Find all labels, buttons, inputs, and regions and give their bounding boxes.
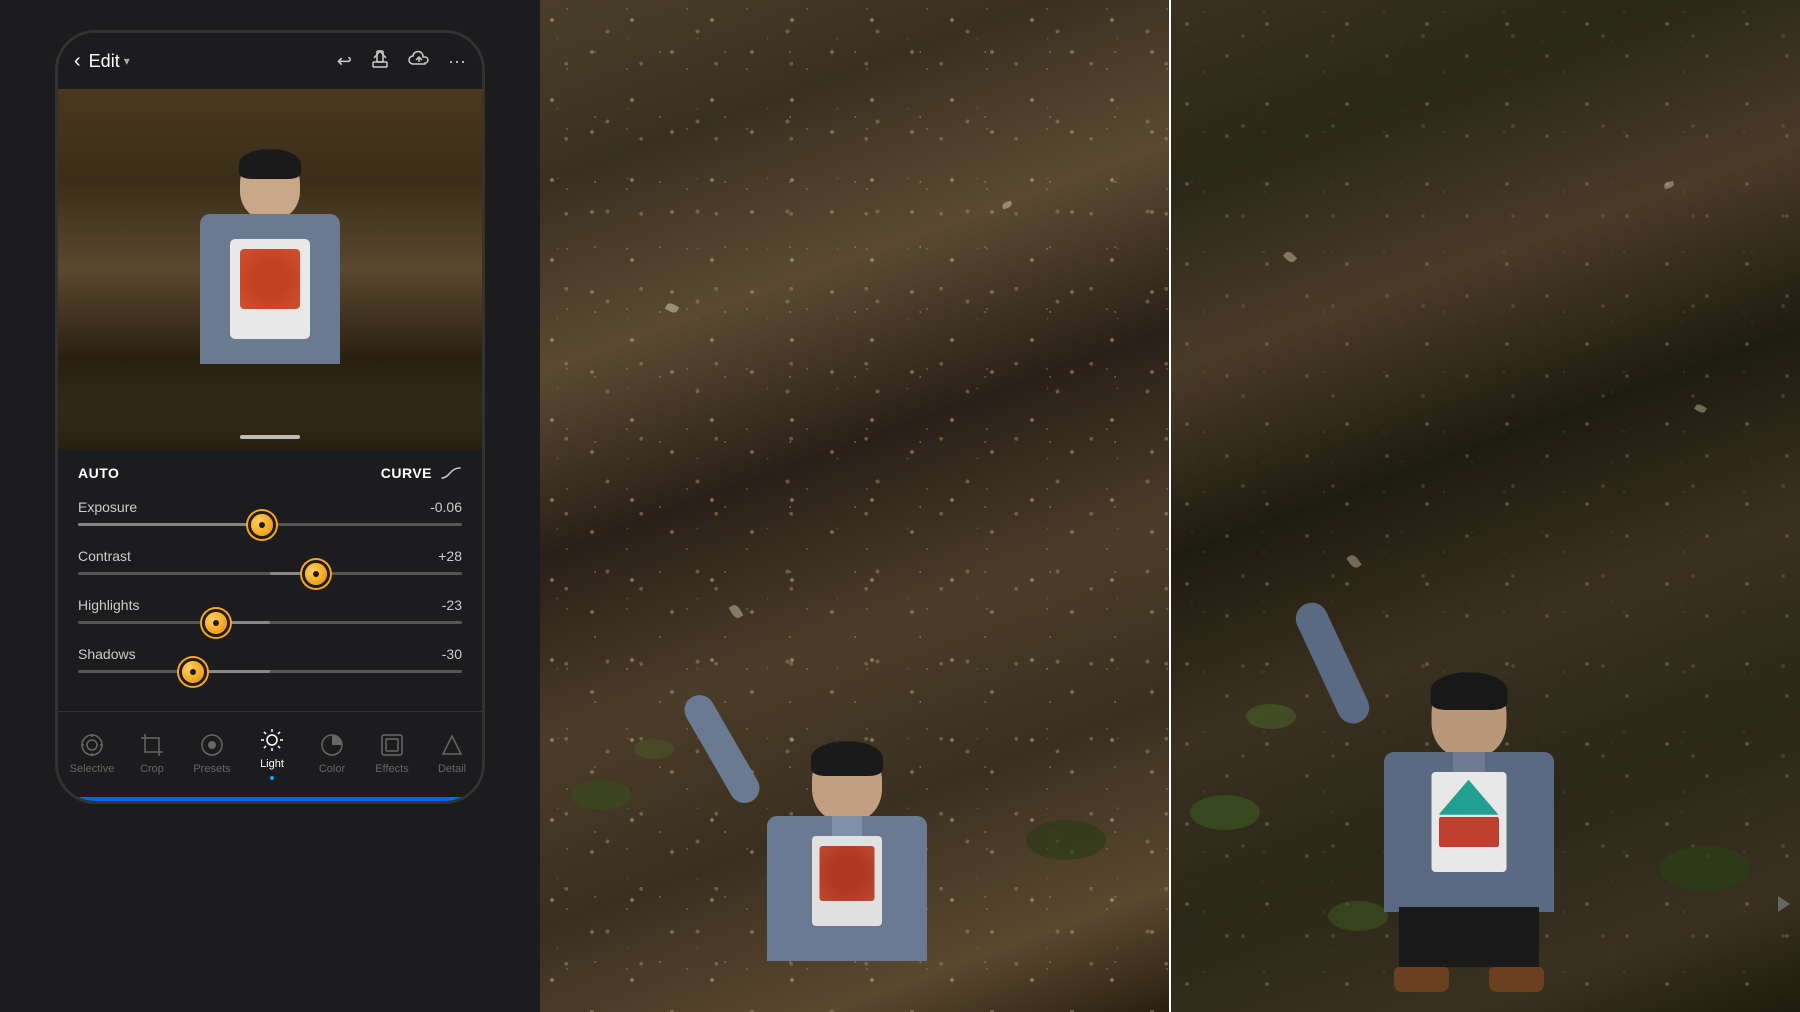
exposure-value: -0.06: [430, 499, 462, 515]
presets-label: Presets: [193, 763, 230, 775]
before-photo: [540, 0, 1169, 1012]
right-area: [540, 0, 1800, 1012]
toolbar-item-crop[interactable]: Crop: [122, 731, 182, 775]
highlights-thumb[interactable]: [202, 609, 230, 637]
photo-scrubber[interactable]: [240, 435, 300, 439]
undo-icon[interactable]: ↩: [337, 51, 352, 72]
top-bar-left: ‹ Edit ▾: [74, 50, 130, 73]
toolbar-item-presets[interactable]: Presets: [182, 731, 242, 775]
contrast-label: Contrast: [78, 548, 131, 564]
after-panel: [1169, 0, 1800, 1012]
shadows-value: -30: [442, 646, 462, 662]
cloud-icon[interactable]: [408, 50, 430, 73]
back-button[interactable]: ‹: [74, 50, 81, 73]
exposure-slider-row: Exposure -0.06: [78, 499, 462, 526]
more-icon[interactable]: ···: [448, 51, 466, 72]
contrast-header: Contrast +28: [78, 548, 462, 564]
curve-label: CURVE: [381, 465, 432, 481]
before-panel: [540, 0, 1169, 1012]
color-label: Color: [319, 763, 345, 775]
edit-dropdown[interactable]: Edit ▾: [89, 51, 130, 72]
toolbar-item-light[interactable]: Light: [242, 726, 302, 780]
color-icon: [318, 731, 346, 759]
top-bar: ‹ Edit ▾ ↩: [58, 33, 482, 89]
toolbar-item-color[interactable]: Color: [302, 731, 362, 775]
left-panel: ‹ Edit ▾ ↩: [0, 0, 540, 1012]
shadows-track[interactable]: [78, 670, 462, 673]
triangle-indicator: [1778, 896, 1790, 912]
photo-area: [58, 89, 482, 449]
detail-icon: [438, 731, 466, 759]
shadows-label: Shadows: [78, 646, 136, 662]
selective-icon: [78, 731, 106, 759]
exposure-label: Exposure: [78, 499, 137, 515]
curve-icon: [440, 465, 462, 481]
blue-bottom-bar: [58, 797, 482, 801]
highlights-track[interactable]: [78, 621, 462, 624]
light-label: Light: [260, 758, 284, 770]
bottom-toolbar: Selective Crop: [58, 711, 482, 801]
shadows-header: Shadows -30: [78, 646, 462, 662]
highlights-value: -23: [442, 597, 462, 613]
light-icon: [258, 726, 286, 754]
exposure-track[interactable]: [78, 523, 462, 526]
toolbar-item-effects[interactable]: Effects: [362, 731, 422, 775]
selective-label: Selective: [70, 763, 115, 775]
contrast-thumb[interactable]: [302, 560, 330, 588]
after-photo: [1171, 0, 1800, 1012]
top-bar-right: ↩ ···: [337, 49, 466, 74]
contrast-value: +28: [438, 548, 462, 564]
highlights-slider-row: Highlights -23: [78, 597, 462, 624]
auto-button[interactable]: AUTO: [78, 465, 119, 481]
toolbar-item-detail[interactable]: Detail: [422, 731, 482, 775]
light-indicator: [270, 776, 274, 780]
presets-icon: [198, 731, 226, 759]
effects-icon: [378, 731, 406, 759]
share-icon[interactable]: [370, 49, 390, 74]
chevron-down-icon: ▾: [124, 54, 130, 68]
effects-label: Effects: [375, 763, 408, 775]
highlights-label: Highlights: [78, 597, 139, 613]
curve-button[interactable]: CURVE: [381, 465, 462, 481]
phone-container: ‹ Edit ▾ ↩: [55, 30, 485, 804]
edit-label: Edit: [89, 51, 120, 72]
crop-label: Crop: [140, 763, 164, 775]
auto-curve-row: AUTO CURVE: [78, 465, 462, 481]
shadows-thumb[interactable]: [179, 658, 207, 686]
toolbar-item-selective[interactable]: Selective: [62, 731, 122, 775]
exposure-thumb[interactable]: [248, 511, 276, 539]
contrast-track[interactable]: [78, 572, 462, 575]
controls-area: AUTO CURVE Exposure -0.06: [58, 449, 482, 711]
shadows-slider-row: Shadows -30: [78, 646, 462, 673]
highlights-header: Highlights -23: [78, 597, 462, 613]
crop-icon: [138, 731, 166, 759]
contrast-slider-row: Contrast +28: [78, 548, 462, 575]
detail-label: Detail: [438, 763, 466, 775]
